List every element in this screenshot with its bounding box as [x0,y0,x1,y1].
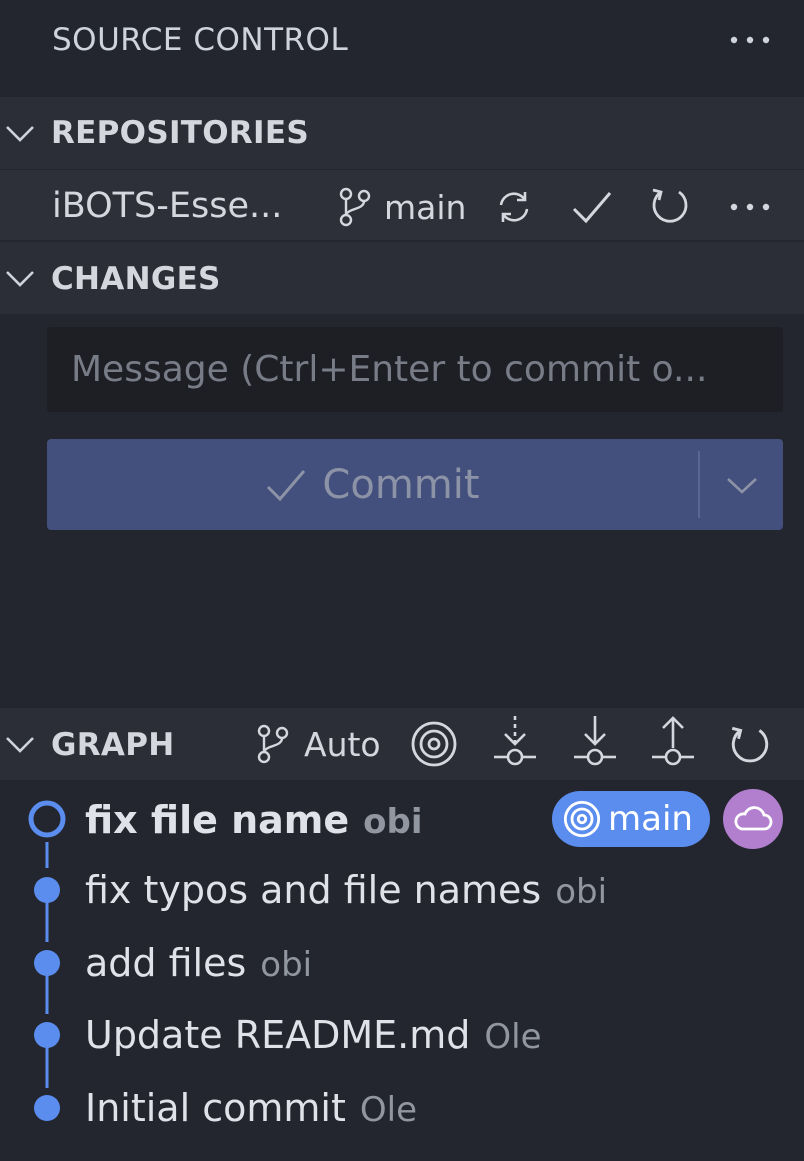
changes-section-header[interactable]: CHANGES [0,242,804,314]
refresh-button[interactable] [646,181,694,229]
commit-row[interactable]: add files obi [0,929,804,1001]
chevron-down-icon [6,271,34,287]
fetch-icon [494,716,536,766]
commit-message: fix file name obi [85,798,423,842]
view-header: SOURCE CONTROL [0,0,804,96]
commit-message: Update README.md Ole [85,1013,542,1057]
commit-options-dropdown[interactable] [700,439,783,530]
commit-check-button[interactable] [568,183,616,231]
git-branch-icon [339,187,371,227]
commit-author: obi [260,945,313,985]
commit-row[interactable]: Initial commit Ole [0,1074,804,1146]
ellipsis-icon [730,36,770,44]
changes-title: CHANGES [51,261,221,297]
commit-button-group: Commit [47,439,783,530]
chevron-down-icon [726,477,757,494]
sync-icon [499,192,529,222]
refresh-icon [731,726,769,763]
branch-label: main [384,187,467,227]
commit-message: add files obi [85,941,312,985]
fetch-button[interactable] [490,714,540,770]
chevron-down-icon [6,737,34,753]
commit-author: Ole [359,1090,418,1130]
repositories-section-header[interactable]: REPOSITORIES [0,97,804,169]
check-icon [267,469,306,501]
commit-message: fix typos and file names obi [85,868,607,912]
check-icon [572,192,612,224]
graph-mode-label: Auto [304,724,381,764]
commit-message-text: fix file name [85,798,350,842]
graph-title: GRAPH [51,727,175,763]
commit-message-text: Update README.md [85,1013,471,1057]
commit-row[interactable]: fix typos and file names obi [0,856,804,928]
commit-message-input[interactable] [47,327,783,412]
git-branch-icon [257,724,289,764]
target-icon [563,800,601,838]
chevron-down-icon [6,126,34,142]
commit-message: Initial commit Ole [85,1086,417,1130]
branch-badge-main[interactable]: main [552,791,710,847]
pull-button[interactable] [570,714,620,770]
remote-badge[interactable] [723,789,783,849]
branch-badge-label: main [608,799,693,839]
refresh-icon [652,188,688,223]
repositories-title: REPOSITORIES [51,115,309,151]
commit-message-text: add files [85,941,247,985]
go-to-current-button[interactable] [408,718,460,770]
commit-message-text: fix typos and file names [85,868,542,912]
graph-refresh-button[interactable] [724,718,776,770]
commit-message-text: Initial commit [85,1086,346,1130]
commit-row[interactable]: Update README.md Ole [0,1001,804,1073]
ellipsis-icon [730,203,770,211]
push-button[interactable] [648,714,698,770]
commit-button-label: Commit [322,461,480,508]
graph-branch-mode-button[interactable]: Auto [254,720,381,768]
commit-author: Ole [484,1017,542,1057]
repository-more-button[interactable] [726,183,774,231]
view-title: SOURCE CONTROL [52,22,349,58]
cloud-icon [734,806,773,831]
push-icon [652,716,694,766]
sync-changes-button[interactable] [490,183,538,231]
commit-author: obi [555,872,608,912]
more-actions-button[interactable] [726,16,774,64]
commit-author: obi [363,802,423,842]
pull-icon [574,716,616,766]
repository-name: iBOTS-Esse... [52,186,283,226]
target-icon [411,721,457,767]
branch-picker-button[interactable]: main [336,183,466,231]
commit-button[interactable]: Commit [47,439,697,530]
